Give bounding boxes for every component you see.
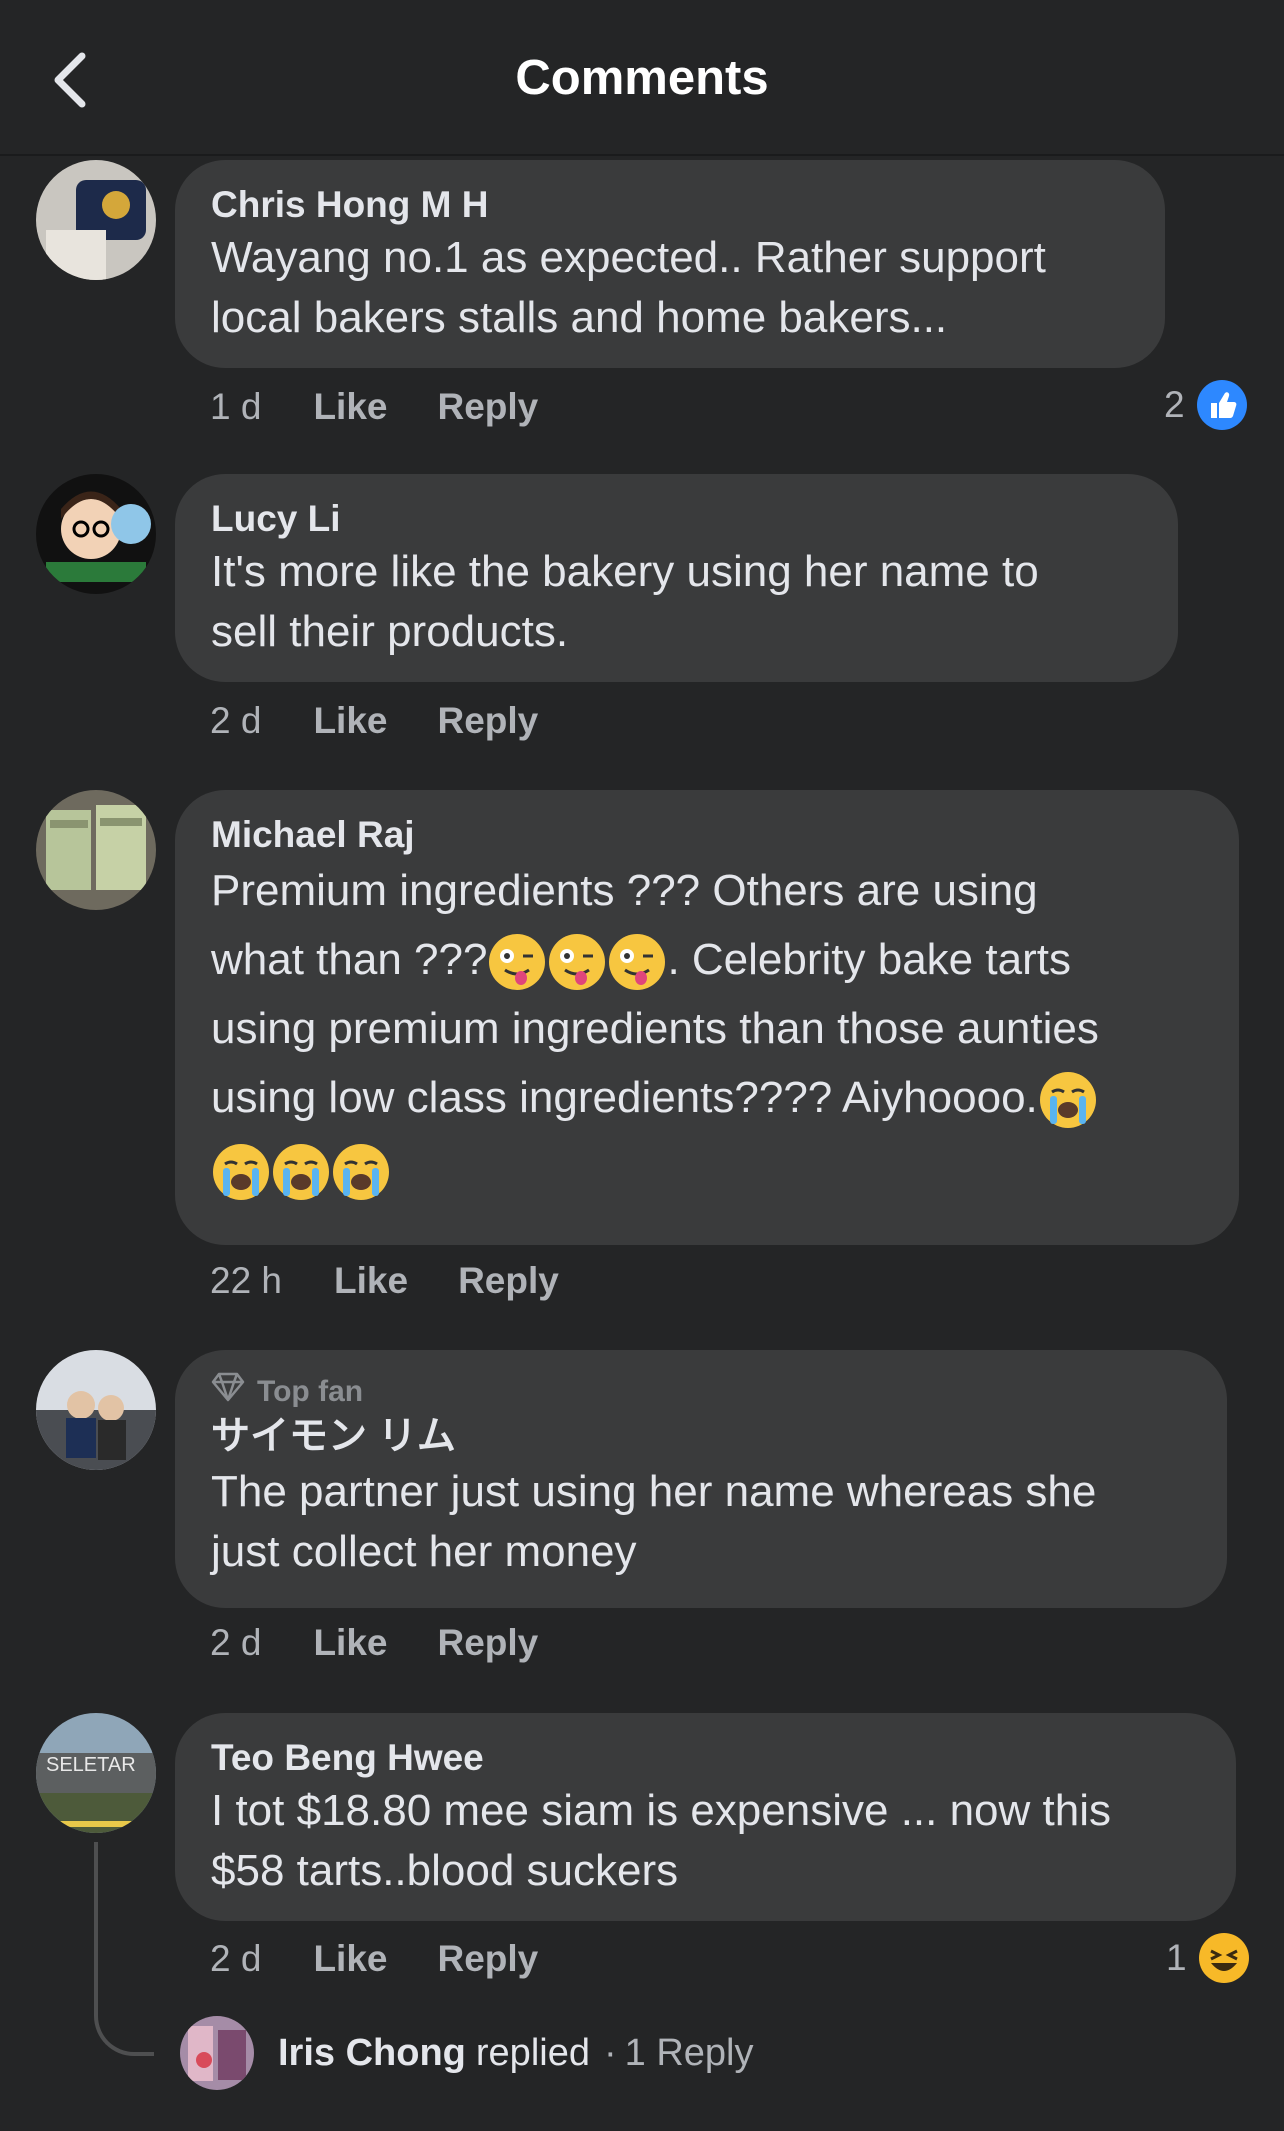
comment-text-line: what than ??? . Celebrity bake tarts	[211, 924, 1203, 996]
like-icon	[1196, 380, 1247, 430]
comment-text: I tot $18.80 mee siam is expensive ... n…	[211, 1786, 1112, 1835]
comment-text: sell their products.	[211, 607, 569, 656]
reply-button[interactable]: Reply	[437, 1938, 538, 1980]
winking-tongue-emoji	[489, 934, 546, 991]
reply-count[interactable]: 1 Reply	[625, 2032, 754, 2075]
avatar	[180, 2016, 254, 2090]
reaction-count: 2	[1164, 384, 1185, 425]
like-button[interactable]: Like	[313, 700, 387, 742]
comment-time[interactable]: 2 d	[210, 1938, 261, 1980]
comment-text-line: using low class ingredients???? Aiyhoooo…	[211, 1062, 1203, 1134]
like-button[interactable]: Like	[313, 1938, 387, 1980]
comment-text: . Celebrity bake tarts	[667, 935, 1071, 984]
top-fan-badge: Top fan	[211, 1372, 1191, 1412]
comment-text: just collect her money	[211, 1527, 637, 1576]
comment-text: what than ???	[211, 935, 488, 984]
comment-bubble[interactable]: Teo Beng Hwee I tot $18.80 mee siam is e…	[175, 1713, 1236, 1921]
reaction-summary[interactable]: 1	[1166, 1933, 1249, 1983]
emoji-row	[211, 1134, 1203, 1206]
comment-time[interactable]: 22 h	[210, 1260, 282, 1302]
avatar[interactable]	[36, 160, 156, 280]
comment-actions: 2 d Like Reply	[210, 1938, 538, 1980]
avatar[interactable]	[36, 474, 156, 594]
comment-bubble[interactable]: Chris Hong M H Wayang no.1 as expected..…	[175, 160, 1165, 368]
avatar[interactable]: SELETAR	[36, 1713, 156, 1833]
comment-text: Premium ingredients ??? Others are using	[211, 866, 1038, 915]
comment-text: using premium ingredients than those aun…	[211, 1004, 1099, 1053]
comment-bubble[interactable]: Top fan サイモン リム The partner just using h…	[175, 1350, 1227, 1608]
comment-time[interactable]: 2 d	[210, 700, 261, 742]
header-bar: Comments	[0, 0, 1284, 156]
diamond-icon	[211, 1372, 245, 1412]
reply-button[interactable]: Reply	[437, 386, 538, 428]
view-replies-link[interactable]: Iris Chong replied · 1 Reply	[180, 2016, 753, 2090]
reply-verb: replied	[475, 2031, 590, 2074]
crying-emoji	[333, 1144, 389, 1201]
avatar[interactable]	[36, 790, 156, 910]
like-button[interactable]: Like	[313, 1622, 387, 1664]
reply-button[interactable]: Reply	[437, 1622, 538, 1664]
comment-actions: 2 d Like Reply	[210, 1622, 538, 1664]
comment-time[interactable]: 2 d	[210, 1622, 261, 1664]
comment-author[interactable]: Teo Beng Hwee	[211, 1735, 1200, 1781]
crying-emoji	[273, 1144, 329, 1201]
reaction-count: 1	[1166, 1937, 1187, 1978]
svg-text:SELETAR: SELETAR	[46, 1754, 136, 1776]
comment-time[interactable]: 1 d	[210, 386, 261, 428]
comment-text: The partner just using her name whereas …	[211, 1467, 1097, 1516]
winking-tongue-emoji	[609, 934, 666, 991]
separator: ·	[603, 2031, 617, 2074]
comment-text: $58 tarts..blood suckers	[211, 1846, 679, 1895]
comment-actions: 22 h Like Reply	[210, 1260, 559, 1302]
crying-emoji	[213, 1144, 269, 1201]
comment-bubble[interactable]: Michael Raj Premium ingredients ??? Othe…	[175, 790, 1239, 1245]
reply-author[interactable]: Iris Chong	[278, 2032, 466, 2075]
top-fan-label: Top fan	[257, 1375, 364, 1408]
comment-text: local bakers stalls and home bakers...	[211, 293, 948, 342]
comment-text: Wayang no.1 as expected.. Rather support	[211, 233, 1046, 282]
like-button[interactable]: Like	[313, 386, 387, 428]
haha-icon	[1198, 1933, 1249, 1983]
like-button[interactable]: Like	[334, 1260, 408, 1302]
comment-author[interactable]: Michael Raj	[211, 812, 1203, 858]
comment-text: using low class ingredients???? Aiyhoooo…	[211, 1073, 1038, 1122]
comment-actions: 1 d Like Reply	[210, 386, 538, 428]
reply-button[interactable]: Reply	[458, 1260, 559, 1302]
winking-tongue-emoji	[549, 934, 606, 991]
reply-button[interactable]: Reply	[437, 700, 538, 742]
crying-emoji	[1039, 1072, 1096, 1129]
avatar[interactable]	[36, 1350, 156, 1470]
reaction-summary[interactable]: 2	[1164, 380, 1247, 430]
reply-thread-line	[94, 1842, 154, 2056]
comment-bubble[interactable]: Lucy Li It's more like the bakery using …	[175, 474, 1178, 682]
comment-text: It's more like the bakery using her name…	[211, 547, 1039, 596]
comment-author[interactable]: Lucy Li	[211, 496, 1142, 542]
comment-author[interactable]: Chris Hong M H	[211, 182, 1129, 228]
comment-author[interactable]: サイモン リム	[211, 1412, 1191, 1462]
page-title: Comments	[515, 51, 769, 105]
comment-actions: 2 d Like Reply	[210, 700, 538, 742]
